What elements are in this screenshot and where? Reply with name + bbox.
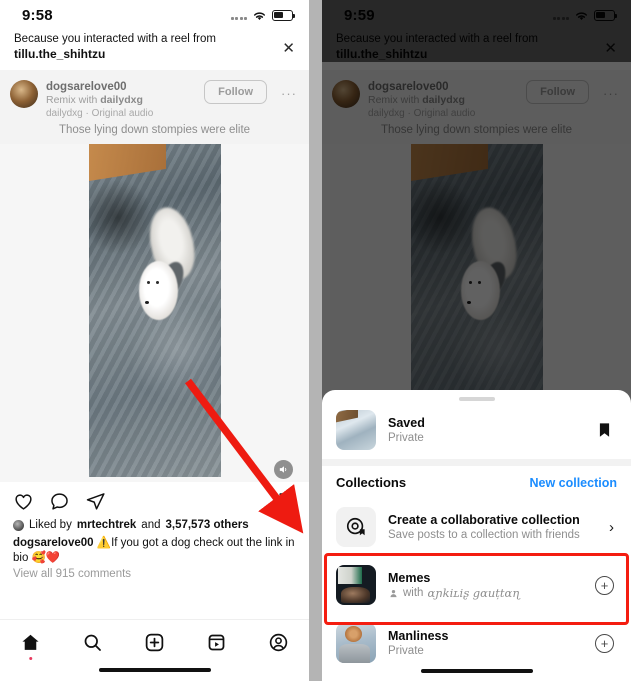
dog-head bbox=[138, 260, 179, 321]
new-collection-button[interactable]: New collection bbox=[529, 476, 617, 490]
post-media[interactable] bbox=[0, 144, 309, 482]
memes-subtitle: with ɑɲkiʟiʂ gɑuțtɑɳ bbox=[388, 586, 583, 601]
right-phone-screen: 9:59 Because you interacted with a reel … bbox=[322, 0, 631, 681]
likes-mid: and bbox=[141, 519, 161, 531]
profile-icon bbox=[269, 633, 287, 651]
collab-subtitle: Save posts to a collection with friends bbox=[388, 528, 580, 541]
left-phone-screen: 9:58 Because you interacted with a reel … bbox=[0, 0, 309, 681]
tab-create[interactable] bbox=[139, 629, 169, 655]
memes-title: Memes bbox=[388, 570, 431, 585]
volume-icon[interactable] bbox=[274, 460, 293, 479]
save-to-collection-sheet: Saved Private Collections New collection bbox=[322, 390, 631, 681]
post-actions bbox=[0, 482, 309, 516]
tab-home[interactable] bbox=[16, 629, 46, 660]
heart-icon[interactable] bbox=[13, 491, 34, 512]
warning-icon: ⚠️ bbox=[96, 537, 112, 549]
battery-icon bbox=[272, 9, 296, 21]
home-icon bbox=[22, 634, 39, 650]
post-header-meta: dogsarelove00 Remix with dailydxg dailyd… bbox=[46, 80, 196, 120]
remix-username[interactable]: dailydxg bbox=[100, 94, 143, 106]
add-to-memes-button[interactable]: + bbox=[595, 575, 614, 595]
screenshot-stage: 9:58 Because you interacted with a reel … bbox=[0, 0, 631, 681]
likes-row: Liked by mrtechtrek and 3,57,573 others bbox=[0, 516, 309, 533]
banner-text: Because you interacted with a reel from … bbox=[14, 32, 216, 61]
chevron-right-icon[interactable]: › bbox=[609, 519, 617, 536]
dog-eye-left bbox=[146, 280, 150, 284]
collaborators-icon bbox=[390, 589, 397, 597]
manliness-text: Manliness Private bbox=[388, 628, 583, 659]
post-audio[interactable]: dailydxg · Original audio bbox=[46, 107, 196, 120]
collection-row-manliness[interactable]: Manliness Private + bbox=[322, 614, 631, 672]
share-icon[interactable] bbox=[85, 491, 106, 512]
wifi-icon bbox=[254, 11, 265, 20]
follow-button[interactable]: Follow bbox=[204, 80, 267, 104]
sheet-separator bbox=[322, 459, 631, 466]
post-container: dogsarelove00 Remix with dailydxg dailyd… bbox=[0, 70, 309, 577]
likes-count[interactable]: 3,57,573 others bbox=[165, 519, 248, 531]
post-username[interactable]: dogsarelove00 bbox=[46, 80, 196, 94]
cellular-signal-icon bbox=[230, 11, 247, 20]
status-clock: 9:58 bbox=[22, 6, 53, 24]
reel-video-frame[interactable] bbox=[88, 144, 221, 477]
panel-divider bbox=[309, 0, 322, 681]
close-icon[interactable]: ✕ bbox=[282, 32, 295, 56]
memes-text: Memes with ɑɲkiʟiʂ gɑuțtɑɳ bbox=[388, 570, 583, 601]
banner-line-1: Because you interacted with a reel from bbox=[14, 33, 216, 45]
floor-edge bbox=[88, 144, 166, 181]
bottom-tab-bar bbox=[0, 619, 309, 681]
manliness-subtitle: Private bbox=[388, 644, 424, 657]
saved-subtitle: Private bbox=[388, 431, 424, 444]
status-bar: 9:58 bbox=[0, 0, 309, 30]
dog-eye-right bbox=[155, 280, 159, 284]
manliness-thumbnail bbox=[336, 623, 376, 663]
notification-banner[interactable]: Because you interacted with a reel from … bbox=[0, 30, 309, 70]
plus-square-icon bbox=[145, 633, 164, 651]
post-header: dogsarelove00 Remix with dailydxg dailyd… bbox=[0, 70, 309, 122]
caption-username[interactable]: dogsarelove00 bbox=[13, 537, 94, 549]
collab-title: Create a collaborative collection bbox=[388, 512, 580, 527]
comment-icon[interactable] bbox=[49, 491, 70, 512]
liker-avatar bbox=[13, 519, 24, 531]
collections-title: Collections bbox=[336, 475, 407, 490]
more-options-icon[interactable]: ··· bbox=[275, 80, 299, 101]
search-icon bbox=[84, 634, 102, 651]
add-to-manliness-button[interactable]: + bbox=[595, 633, 614, 653]
saved-thumbnail bbox=[336, 410, 376, 450]
home-indicator bbox=[98, 667, 211, 672]
home-indicator bbox=[420, 668, 533, 673]
remix-prefix: Remix with bbox=[46, 94, 101, 106]
tab-reels[interactable] bbox=[201, 629, 231, 655]
modal-dim-top bbox=[322, 0, 631, 62]
collections-header: Collections New collection bbox=[322, 466, 631, 498]
liker-username[interactable]: mrtechtrek bbox=[77, 519, 136, 531]
reels-icon bbox=[208, 634, 225, 650]
saved-title: Saved bbox=[388, 415, 425, 430]
bookmark-icon[interactable] bbox=[275, 491, 296, 512]
create-collaborative-collection-row[interactable]: Create a collaborative collection Save p… bbox=[322, 498, 631, 556]
tab-search[interactable] bbox=[78, 629, 108, 655]
manliness-title: Manliness bbox=[388, 628, 449, 643]
view-comments-link[interactable]: View all 915 comments bbox=[0, 566, 309, 577]
bookmark-filled-icon[interactable] bbox=[596, 420, 613, 440]
tab-profile[interactable] bbox=[263, 629, 293, 655]
status-indicators bbox=[230, 9, 296, 22]
saved-text: Saved Private bbox=[388, 415, 584, 446]
post-caption: dogsarelove00 ⚠️If you got a dog check o… bbox=[0, 533, 309, 566]
banner-line-2: tillu.the_shihtzu bbox=[14, 46, 106, 61]
likes-prefix: Liked by bbox=[29, 519, 72, 531]
collab-text: Create a collaborative collection Save p… bbox=[388, 512, 597, 543]
dog-nose bbox=[145, 300, 150, 304]
collaborative-collection-icon bbox=[336, 507, 376, 547]
collection-row-memes[interactable]: Memes with ɑɲkiʟiʂ gɑuțtɑɳ + bbox=[322, 556, 631, 614]
post-remix-line: Remix with dailydxg bbox=[46, 94, 196, 107]
saved-row[interactable]: Saved Private bbox=[322, 401, 631, 459]
memes-collaborator-name: ɑɲkiʟiʂ gɑuțtɑɳ bbox=[427, 585, 521, 600]
home-notification-dot bbox=[29, 656, 33, 660]
reel-overlay-caption: Those lying down stompies were elite bbox=[58, 124, 251, 136]
memes-with-prefix: with bbox=[403, 586, 424, 599]
memes-thumbnail bbox=[336, 565, 376, 605]
avatar[interactable] bbox=[10, 80, 38, 108]
